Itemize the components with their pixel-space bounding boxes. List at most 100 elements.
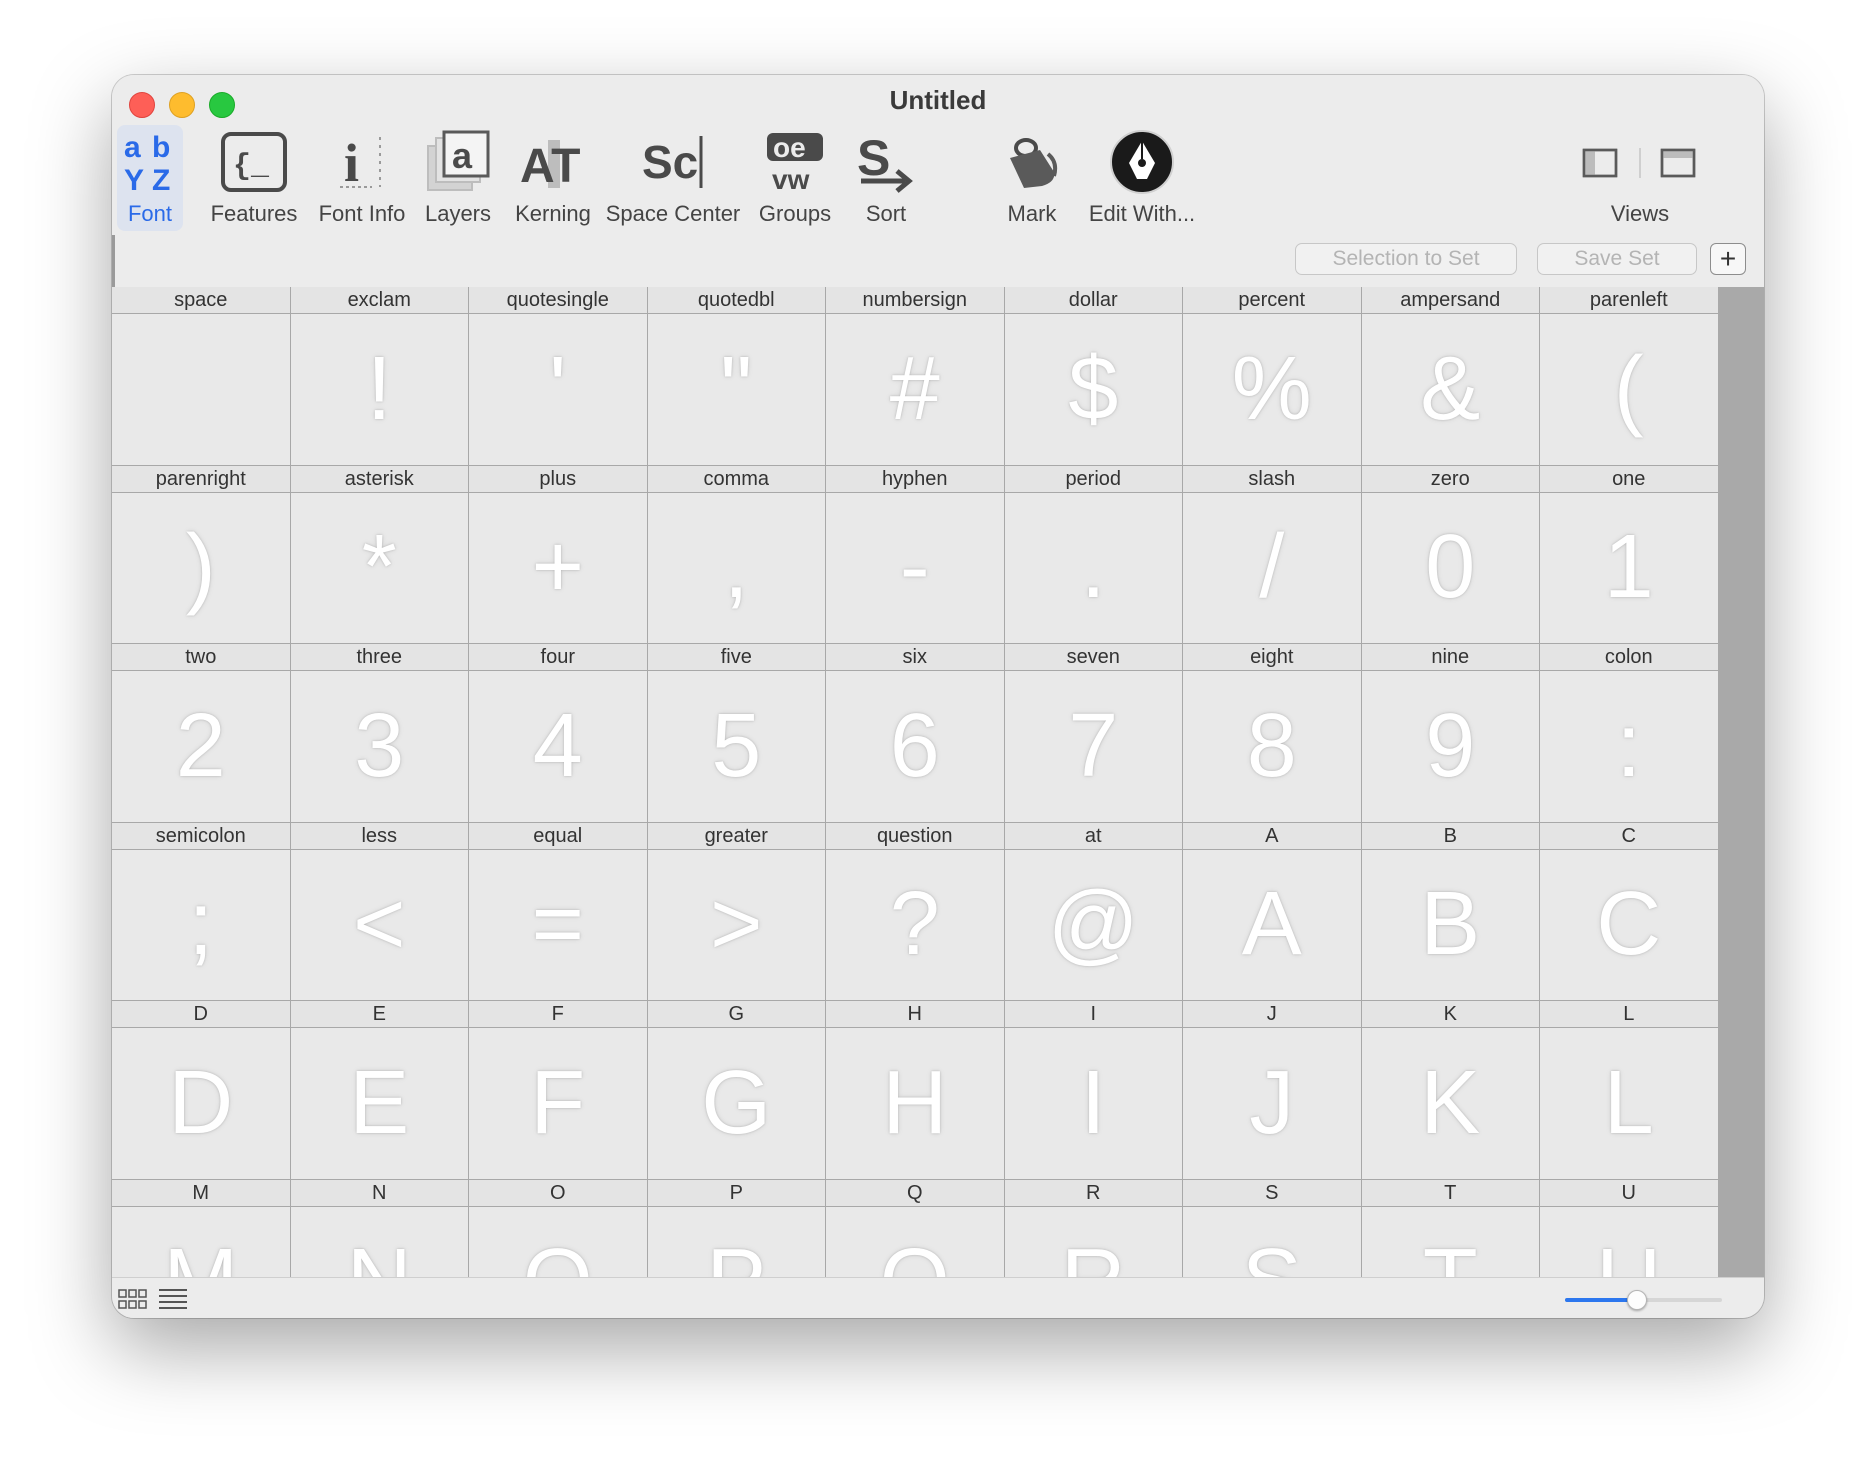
glyph-cell[interactable]: GG [647, 1001, 826, 1180]
glyph-cell[interactable]: one 1 [1540, 465, 1718, 644]
glyph-cell[interactable]: five 5 [647, 644, 826, 823]
vertical-scrollbar[interactable] [1718, 287, 1764, 1277]
glyph-cell[interactable]: two 2 [112, 644, 291, 823]
glyph-name: hyphen [826, 465, 1004, 493]
glyph-cell[interactable]: greater > [647, 822, 826, 1001]
glyph-preview: E [349, 1052, 410, 1153]
glyph-cell[interactable]: seven 7 [1004, 644, 1183, 823]
features-braces-icon: {_ [221, 125, 287, 199]
glyph-cell[interactable]: asterisk * [290, 465, 469, 644]
toolbar-features[interactable]: {_ Features [204, 125, 304, 231]
glyph-cell[interactable]: PP [647, 1179, 826, 1277]
glyph-cell[interactable]: at @ [1004, 822, 1183, 1001]
glyph-grid-scroll[interactable]: space exclam! quotesingle ' quotedbl " numbers… [112, 287, 1718, 1277]
glyph-cell[interactable]: UU [1540, 1179, 1718, 1277]
glyph-name: dollar [1004, 287, 1182, 314]
glyph-cell[interactable]: AA [1183, 822, 1362, 1001]
glyph-cell[interactable]: hyphen - [826, 465, 1005, 644]
toolbar-layers[interactable]: a Layers [420, 125, 496, 231]
glyph-cell[interactable]: ampersand & [1361, 287, 1540, 466]
toolbar-views[interactable]: Views [1560, 125, 1720, 231]
glyph-cell[interactable]: three 3 [290, 644, 469, 823]
toolbar-groups[interactable]: oe vw Groups [752, 125, 838, 231]
glyph-name: six [826, 644, 1004, 671]
glyph-cell[interactable]: DD [112, 1001, 291, 1180]
glyph-cell[interactable]: dollar $ [1004, 287, 1183, 466]
glyph-cell[interactable]: QQ [826, 1179, 1005, 1277]
toolbar-mark[interactable]: Mark [996, 125, 1068, 231]
toolbar-sort[interactable]: S Sort [846, 125, 926, 231]
glyph-preview: > [709, 874, 763, 975]
glyph-cell[interactable]: parenleft ( [1540, 287, 1718, 466]
glyph-name: E [290, 1001, 468, 1028]
glyph-cell[interactable]: less < [290, 822, 469, 1001]
selection-to-set-button[interactable]: Selection to Set [1295, 243, 1517, 275]
toolbar-font-info[interactable]: i Font Info [312, 125, 412, 231]
glyph-cell[interactable]: equal = [469, 822, 648, 1001]
glyph-cell[interactable]: OO [469, 1179, 648, 1277]
glyph-name: R [1004, 1179, 1182, 1207]
glyph-cell[interactable]: period. [1004, 465, 1183, 644]
glyph-preview: I [1080, 1052, 1106, 1153]
grid-view-icon[interactable] [118, 1288, 148, 1315]
glyph-cell[interactable]: MM [112, 1179, 291, 1277]
toolbar-space-center[interactable]: Sc Space Center [602, 125, 744, 231]
zoom-slider-knob[interactable] [1626, 1290, 1647, 1310]
glyph-cell[interactable]: eight 8 [1183, 644, 1362, 823]
glyph-name: C [1540, 822, 1718, 850]
glyph-cell[interactable]: quotesingle ' [469, 287, 648, 466]
glyph-cell[interactable]: nine 9 [1361, 644, 1540, 823]
glyph-cell[interactable]: parenright) [112, 465, 291, 644]
glyph-name: A [1183, 822, 1361, 850]
glyph-cell[interactable]: exclam! [290, 287, 469, 466]
glyph-preview: & [1420, 338, 1481, 439]
glyph-preview: Q [826, 1207, 1004, 1277]
paint-bucket-icon [1004, 125, 1060, 199]
glyph-cell[interactable]: question? [826, 822, 1005, 1001]
glyph-name: P [647, 1179, 825, 1207]
glyph-cell[interactable]: KK [1361, 1001, 1540, 1180]
glyph-preview: C [1596, 874, 1662, 975]
list-view-icon[interactable] [158, 1288, 188, 1315]
glyph-cell[interactable]: II [1004, 1001, 1183, 1180]
glyph-cell[interactable]: JJ [1183, 1001, 1362, 1180]
glyph-preview: 3 [354, 695, 405, 796]
glyph-cell[interactable]: CC [1540, 822, 1718, 1001]
zoom-slider[interactable] [1565, 1290, 1722, 1310]
glyph-preview: * [361, 517, 397, 618]
glyph-cell[interactable]: BB [1361, 822, 1540, 1001]
glyph-cell[interactable]: six 6 [826, 644, 1005, 823]
glyph-cell[interactable]: zero 0 [1361, 465, 1540, 644]
glyph-preview: 7 [1068, 695, 1119, 796]
add-set-button[interactable]: + [1710, 243, 1746, 275]
glyph-cell[interactable]: LL [1540, 1001, 1718, 1180]
glyph-cell[interactable]: colon: [1540, 644, 1718, 823]
glyph-cell[interactable]: TT [1361, 1179, 1540, 1277]
glyph-preview: 2 [175, 695, 226, 796]
glyph-cell[interactable]: semicolon; [112, 822, 291, 1001]
glyph-cell[interactable]: four 4 [469, 644, 648, 823]
glyph-cell[interactable]: HH [826, 1001, 1005, 1180]
glyph-name: numbersign [826, 287, 1004, 314]
toolbar-kerning[interactable]: AT Kerning [510, 125, 596, 231]
glyph-cell[interactable]: space [112, 287, 291, 466]
glyph-cell[interactable]: NN [290, 1179, 469, 1277]
glyph-name: parenleft [1540, 287, 1718, 314]
glyph-name: quotesingle [469, 287, 647, 314]
glyph-cell[interactable]: quotedbl " [647, 287, 826, 466]
glyph-cell[interactable]: numbersign # [826, 287, 1005, 466]
glyph-preview: + [531, 517, 585, 618]
toolbar-edit-with[interactable]: Edit With... [1074, 125, 1210, 231]
glyph-cell[interactable]: FF [469, 1001, 648, 1180]
toolbar-font[interactable]: a b Y Z Font [117, 125, 183, 231]
save-set-button[interactable]: Save Set [1537, 243, 1697, 275]
glyph-cell[interactable]: plus + [469, 465, 648, 644]
glyph-cell[interactable]: slash / [1183, 465, 1362, 644]
glyph-name: H [826, 1001, 1004, 1028]
glyph-cell[interactable]: RR [1004, 1179, 1183, 1277]
glyph-cell[interactable]: SS [1183, 1179, 1362, 1277]
glyph-preview: % [1231, 338, 1312, 439]
glyph-cell[interactable]: percent% [1183, 287, 1362, 466]
glyph-cell[interactable]: EE [290, 1001, 469, 1180]
glyph-cell[interactable]: comma, [647, 465, 826, 644]
